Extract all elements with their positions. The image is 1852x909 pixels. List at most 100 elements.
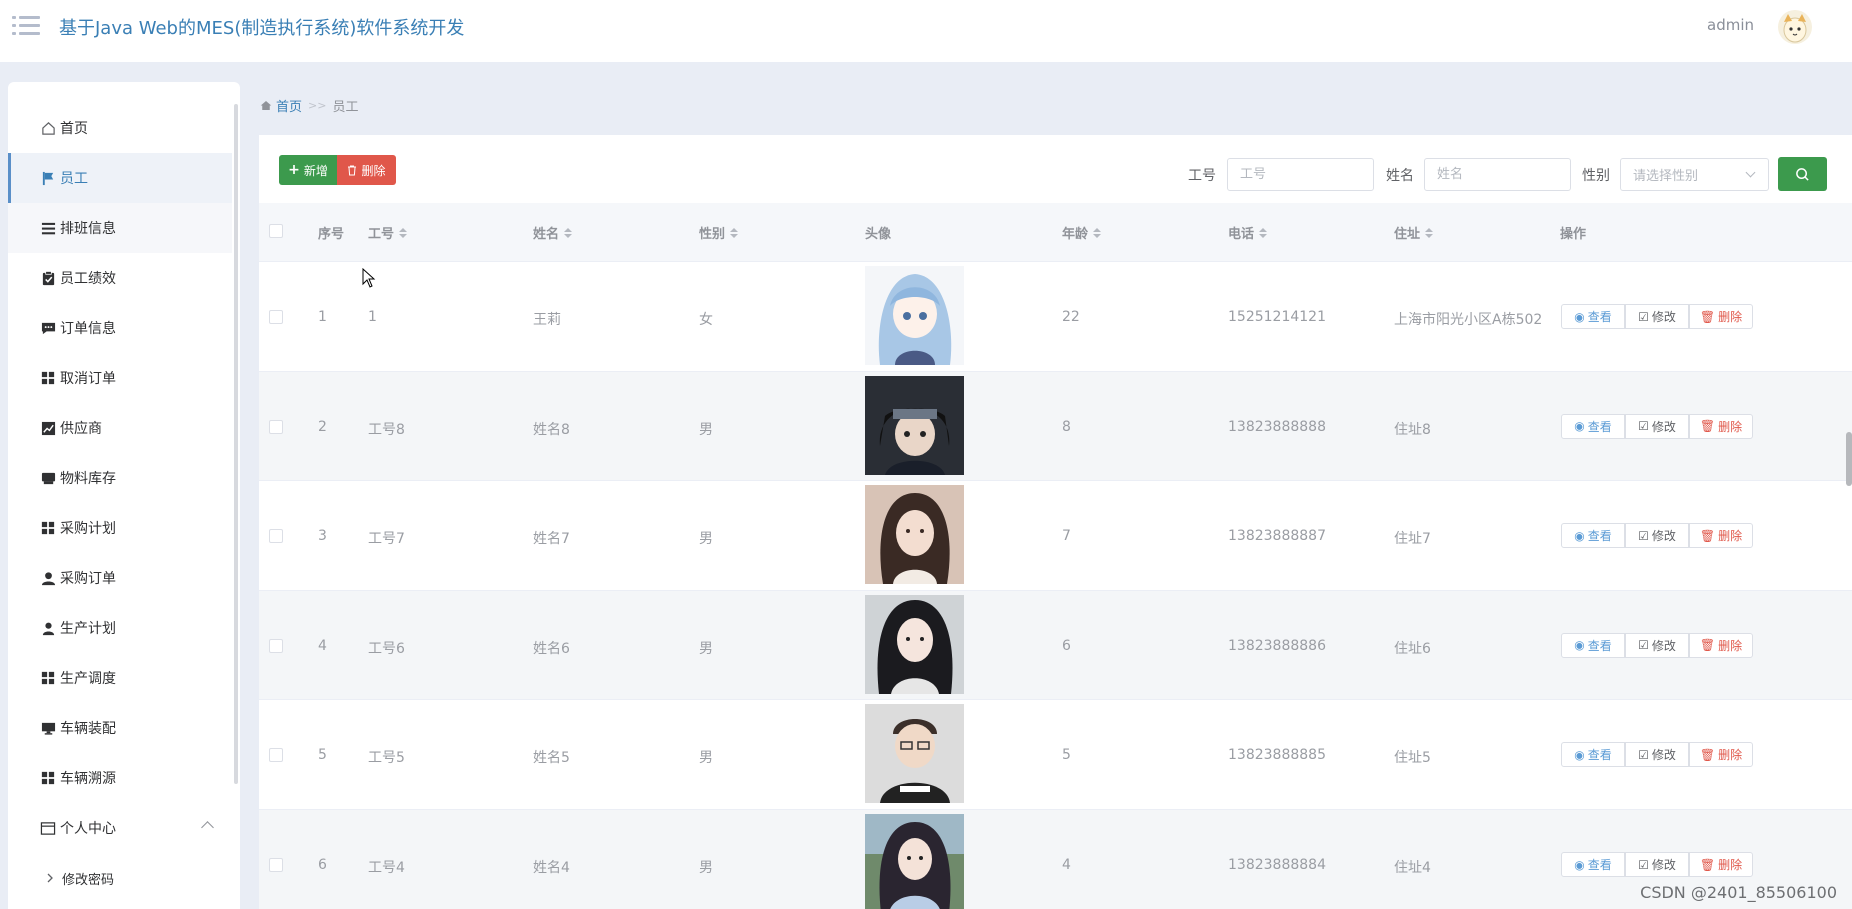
header-name[interactable]: 姓名 [533, 223, 573, 242]
sort-icon[interactable] [1093, 227, 1102, 238]
delete-button[interactable]: 🗑 删除 [1689, 852, 1753, 877]
edit-button[interactable]: ☑ 修改 [1625, 852, 1689, 877]
cell-address: 住址7 [1394, 531, 1431, 548]
view-label: 查看 [1587, 748, 1612, 763]
sidebar-scrollbar[interactable] [234, 104, 238, 784]
user-avatar[interactable] [1778, 10, 1812, 44]
edit-label: 修改 [1651, 529, 1676, 544]
page-scrollbar[interactable] [1846, 432, 1852, 486]
row-checkbox[interactable] [269, 529, 283, 544]
view-button[interactable]: ◉ 查看 [1561, 742, 1625, 768]
trash-icon: 🗑 [1699, 528, 1716, 543]
sidebar-item-home[interactable]: 首页 [8, 103, 232, 153]
view-button[interactable]: ◉ 查看 [1561, 523, 1625, 549]
view-button[interactable]: ◉ 查看 [1561, 413, 1625, 439]
table-row: 1 1 王莉 女 22 15251214121 上海市阳光小区A栋502 ◉ 查看… [259, 262, 1852, 372]
menu-toggle-icon[interactable] [12, 14, 40, 38]
sidebar-item-schedule[interactable]: 排班信息 [8, 203, 232, 253]
username[interactable]: admin [1707, 16, 1754, 34]
edit-button[interactable]: ☑ 修改 [1625, 523, 1689, 549]
grid-icon [40, 370, 56, 386]
view-label: 查看 [1587, 529, 1612, 544]
sidebar-item-personal-center[interactable]: 个人中心 [8, 803, 232, 853]
view-label: 查看 [1587, 858, 1612, 872]
sidebar-item-production-dispatch[interactable]: 生产调度 [8, 653, 232, 703]
sort-icon[interactable] [399, 227, 408, 238]
select-all-checkbox[interactable] [269, 224, 283, 238]
sort-icon[interactable] [730, 227, 739, 238]
row-checkbox[interactable] [269, 419, 283, 434]
sidebar-item-cancel-orders[interactable]: 取消订单 [8, 353, 232, 403]
edit-button[interactable]: ☑ 修改 [1625, 413, 1689, 439]
sidebar-item-vehicle-trace[interactable]: 车辆溯源 [8, 753, 232, 803]
row-checkbox[interactable] [269, 858, 283, 872]
sidebar-item-production-plan[interactable]: 生产计划 [8, 603, 232, 653]
header-emp-no[interactable]: 工号 [368, 223, 408, 242]
grid-icon [40, 670, 56, 686]
view-button[interactable]: ◉ 查看 [1561, 852, 1625, 877]
cell-name: 王莉 [533, 312, 561, 328]
edit-button[interactable]: ☑ 修改 [1625, 632, 1689, 658]
cell-gender: 男 [699, 750, 713, 767]
list-icon [40, 220, 56, 236]
gender-select[interactable]: 请选择性别 [1620, 158, 1769, 191]
edit-label: 修改 [1651, 638, 1676, 653]
cell-gender: 男 [699, 531, 713, 548]
cell-name: 姓名4 [533, 860, 570, 876]
header-phone[interactable]: 电话 [1228, 223, 1268, 242]
trash-icon: 🗑 [1699, 747, 1716, 762]
user-icon [40, 570, 56, 586]
delete-label: 删除 [1718, 529, 1743, 544]
sort-icon[interactable] [564, 227, 573, 238]
add-button[interactable]: + 新增 [279, 155, 337, 185]
emp-no-input[interactable] [1227, 158, 1374, 191]
view-button[interactable]: ◉ 查看 [1561, 632, 1625, 658]
row-checkbox[interactable] [269, 310, 283, 324]
view-label: 查看 [1587, 638, 1612, 653]
employee-photo [865, 485, 964, 585]
row-checkbox[interactable] [269, 638, 283, 653]
delete-button[interactable]: 🗑 删除 [1689, 413, 1753, 439]
sidebar-item-purchase-orders[interactable]: 采购订单 [8, 553, 232, 603]
cell-emp-no: 1 [368, 309, 377, 325]
breadcrumb-home-label: 首页 [276, 100, 303, 115]
flag-icon [40, 170, 56, 186]
view-button[interactable]: ◉ 查看 [1561, 304, 1625, 329]
top-header: 基于Java Web的MES(制造执行系统)软件系统开发 admin [0, 0, 1852, 62]
sidebar-item-performance[interactable]: 员工绩效 [8, 253, 232, 303]
sidebar-item-label: 修改密码 [62, 872, 115, 888]
sort-icon[interactable] [1425, 227, 1434, 238]
batch-delete-button[interactable]: 删除 [337, 155, 396, 185]
sidebar-item-orders[interactable]: 订单信息 [8, 303, 232, 353]
sidebar-item-employee[interactable]: 员工 [8, 153, 232, 203]
delete-label: 删除 [1718, 748, 1743, 763]
delete-button[interactable]: 🗑 删除 [1689, 304, 1753, 329]
breadcrumb-home[interactable]: 首页 [260, 96, 302, 115]
sort-icon[interactable] [1259, 227, 1268, 238]
search-button[interactable] [1778, 157, 1827, 191]
delete-button[interactable]: 🗑 删除 [1689, 632, 1753, 658]
plus-icon: + [288, 162, 300, 178]
delete-button[interactable]: 🗑 删除 [1689, 523, 1753, 549]
header-age[interactable]: 年龄 [1062, 223, 1102, 242]
header-gender[interactable]: 性别 [699, 223, 739, 242]
edit-icon: ☑ [1638, 419, 1649, 434]
sidebar-item-change-password[interactable]: 修改密码 [8, 853, 232, 903]
edit-button[interactable]: ☑ 修改 [1625, 742, 1689, 768]
cell-address: 住址4 [1394, 860, 1431, 876]
sidebar-item-label: 排班信息 [60, 221, 116, 237]
delete-label: 删除 [1718, 638, 1743, 653]
sidebar-item-inventory[interactable]: 物料库存 [8, 453, 232, 503]
edit-button[interactable]: ☑ 修改 [1625, 304, 1689, 329]
sidebar-item-vehicle-assembly[interactable]: 车辆装配 [8, 703, 232, 753]
row-checkbox[interactable] [269, 748, 283, 763]
delete-button[interactable]: 🗑 删除 [1689, 742, 1753, 768]
name-input[interactable] [1424, 158, 1571, 191]
sidebar-item-purchase-plan[interactable]: 采购计划 [8, 503, 232, 553]
sidebar-item-label: 供应商 [60, 421, 102, 437]
edit-label: 修改 [1651, 419, 1676, 434]
breadcrumb-current: 员工 [332, 100, 359, 115]
header-address[interactable]: 住址 [1394, 223, 1434, 242]
header-phone-label: 电话 [1228, 227, 1255, 242]
sidebar-item-suppliers[interactable]: 供应商 [8, 403, 232, 453]
